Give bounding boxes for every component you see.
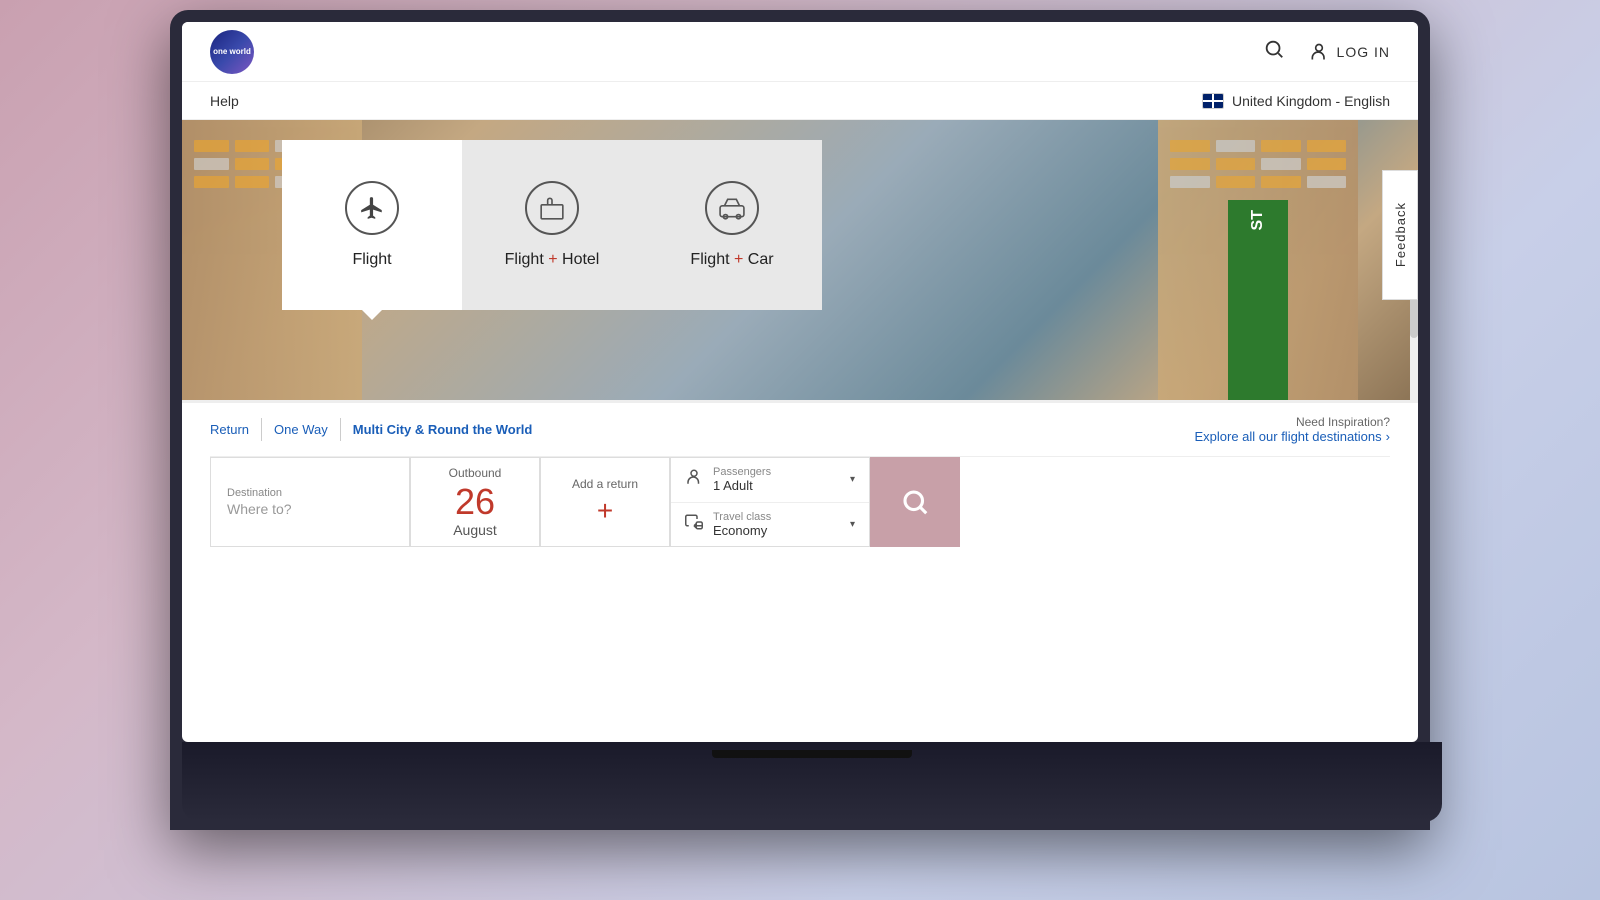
inspiration-area: Need Inspiration? Explore all our flight… <box>1194 415 1390 444</box>
laptop-hinge <box>712 750 912 758</box>
tab-flight-hotel-label: Flight + Hotel <box>505 251 600 269</box>
class-dropdown-icon: ▾ <box>850 519 855 530</box>
add-return-label: Add a return <box>572 477 638 491</box>
laptop-screen: one world LOG IN <box>182 22 1418 742</box>
outbound-date-field[interactable]: Outbound 26 August <box>410 457 540 547</box>
login-label: LOG IN <box>1337 44 1390 60</box>
outbound-month: August <box>453 522 497 538</box>
explore-arrow: › <box>1386 429 1390 444</box>
add-return-field[interactable]: Add a return + <box>540 457 670 547</box>
inspiration-label: Need Inspiration? <box>1194 415 1390 429</box>
destination-value: Where to? <box>227 501 393 517</box>
tab-flight-car[interactable]: Flight + Car <box>642 140 822 310</box>
tab-flight-hotel[interactable]: Flight + Hotel <box>462 140 642 310</box>
passengers-dropdown-icon: ▾ <box>850 474 855 485</box>
search-type-tabs: Flight Flight + Hotel <box>282 140 822 310</box>
oneworld-logo[interactable]: one world <box>210 30 254 74</box>
search-fields-row: Destination Where to? Outbound 26 August… <box>210 457 1390 547</box>
travel-class-label: Travel class <box>713 511 840 523</box>
hero-section: ST Flight <box>182 120 1418 400</box>
search-panel: Return One Way Multi City & Round the Wo… <box>182 400 1418 547</box>
tab-flight[interactable]: Flight <box>282 140 462 310</box>
outbound-label: Outbound <box>449 466 502 480</box>
passengers-selector[interactable]: Passengers 1 Adult ▾ <box>671 458 869 503</box>
passenger-icon <box>685 468 703 491</box>
top-right-nav: LOG IN <box>1263 38 1390 66</box>
street-sign-text: ST <box>1249 210 1267 230</box>
destination-field[interactable]: Destination Where to? <box>210 457 410 547</box>
explore-link[interactable]: Explore all our flight destinations › <box>1194 429 1390 444</box>
class-selector[interactable]: Travel class Economy ▾ <box>671 503 869 547</box>
add-return-plus-icon: + <box>597 495 613 527</box>
passengers-class-area: Passengers 1 Adult ▾ <box>670 457 870 547</box>
logo-area: one world <box>210 30 254 74</box>
passengers-label: Passengers <box>713 466 840 478</box>
feedback-button[interactable]: Feedback <box>1382 170 1418 300</box>
feedback-label: Feedback <box>1393 202 1408 267</box>
search-button[interactable] <box>870 457 960 547</box>
login-button[interactable]: LOG IN <box>1309 42 1390 62</box>
outbound-day: 26 <box>455 484 495 520</box>
one-way-link[interactable]: One Way <box>274 418 341 441</box>
locale-label: United Kingdom - English <box>1232 93 1390 109</box>
passengers-value: 1 Adult <box>713 478 840 493</box>
trip-type-nav: Return One Way Multi City & Round the Wo… <box>210 403 1390 457</box>
destination-label: Destination <box>227 487 393 499</box>
explore-link-text: Explore all our flight destinations <box>1194 429 1381 444</box>
street-sign: ST <box>1228 200 1288 400</box>
trip-type-links: Return One Way Multi City & Round the Wo… <box>210 418 556 441</box>
help-link[interactable]: Help <box>210 93 239 109</box>
uk-flag-icon <box>1202 93 1224 109</box>
passengers-info: Passengers 1 Adult <box>713 466 840 493</box>
flight-hotel-tab-icon <box>525 181 579 235</box>
laptop-bottom <box>182 742 1442 822</box>
return-link[interactable]: Return <box>210 418 262 441</box>
flight-tab-icon <box>345 181 399 235</box>
top-bar: one world LOG IN <box>182 22 1418 82</box>
tab-flight-car-label: Flight + Car <box>690 251 773 269</box>
class-icon <box>685 513 703 536</box>
tab-flight-label: Flight <box>352 251 391 269</box>
search-icon[interactable] <box>1263 38 1285 66</box>
secondary-nav: Help United Kingdom - English <box>182 82 1418 120</box>
class-info: Travel class Economy <box>713 511 840 538</box>
locale-selector[interactable]: United Kingdom - English <box>1202 93 1390 109</box>
flight-car-tab-icon <box>705 181 759 235</box>
travel-class-value: Economy <box>713 523 840 538</box>
multi-city-link[interactable]: Multi City & Round the World <box>353 418 545 441</box>
